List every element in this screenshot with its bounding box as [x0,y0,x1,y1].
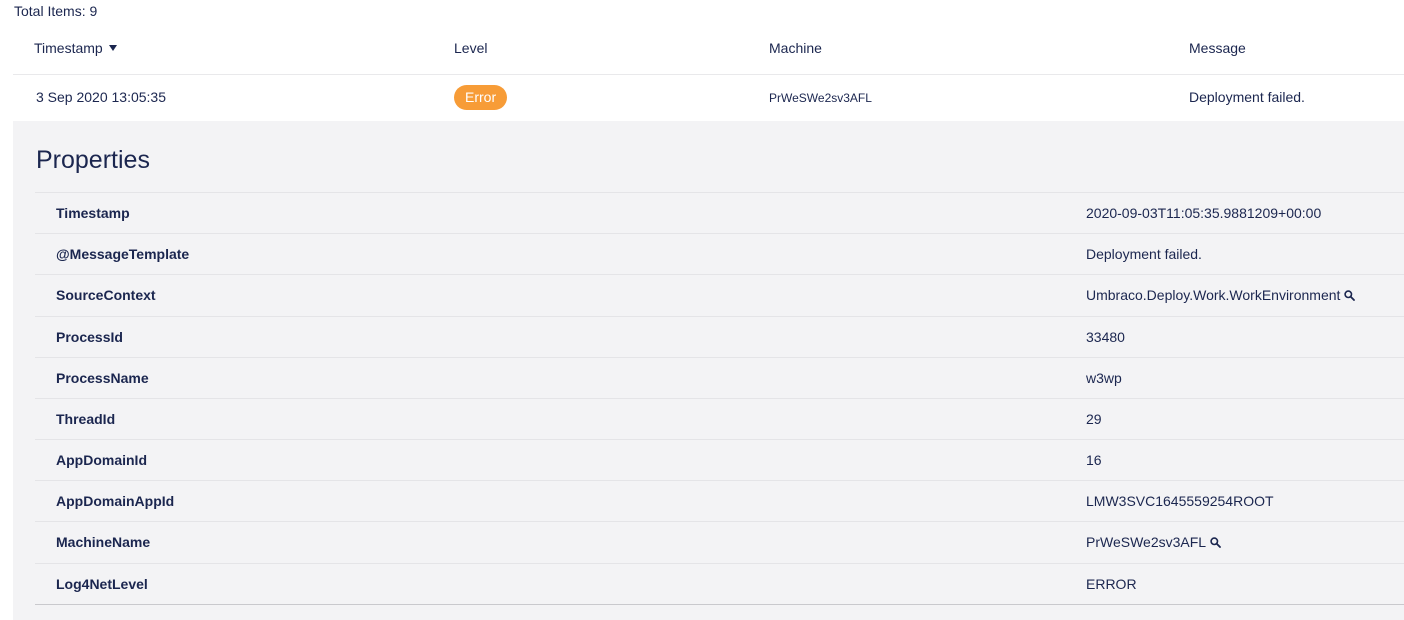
property-key: AppDomainAppId [56,493,175,509]
property-key: ProcessName [56,370,149,386]
property-key: ProcessId [56,329,123,345]
property-value-with-search: Umbraco.Deploy.Work.WorkEnvironment [1086,287,1356,304]
total-items-count: Total Items: 9 [14,3,98,19]
level-badge: Error [454,85,508,110]
column-header-level: Level [454,40,488,56]
property-row-app-domain-id: AppDomainId 16 [35,440,1404,481]
property-row-log4net-level: Log4NetLevel ERROR [35,564,1404,604]
property-value: Deployment failed. [1086,246,1202,262]
property-key: Timestamp [56,205,130,221]
column-header-message: Message [1189,40,1246,56]
property-row-machine-name: MachineName PrWeSWe2sv3AFL [35,522,1404,564]
property-row-message-template: @MessageTemplate Deployment failed. [35,234,1404,275]
property-value: PrWeSWe2sv3AFL [1086,534,1207,550]
property-value: ERROR [1086,576,1137,592]
properties-panel: Properties Timestamp 2020-09-03T11:05:35… [13,121,1404,620]
property-row-process-id: ProcessId 33480 [35,317,1404,358]
properties-title: Properties [36,146,150,174]
property-value: 33480 [1086,329,1125,345]
property-value-with-search: PrWeSWe2sv3AFL [1086,534,1221,551]
search-icon[interactable] [1210,535,1221,551]
column-header-timestamp-label: Timestamp [34,40,103,56]
property-key: AppDomainId [56,452,147,468]
property-value: 29 [1086,411,1102,427]
entry-timestamp: 3 Sep 2020 13:05:35 [36,89,167,105]
entry-machine: PrWeSWe2sv3AFL [769,91,872,105]
column-header-timestamp[interactable]: Timestamp [34,40,117,56]
property-row-app-domain-app-id: AppDomainAppId LMW3SVC1645559254ROOT [35,481,1404,522]
property-value: 2020-09-03T11:05:35.9881209+00:00 [1086,205,1322,221]
property-key: MachineName [56,534,151,550]
column-header-machine: Machine [769,40,822,56]
entry-message: Deployment failed. [1189,89,1305,105]
property-row-timestamp: Timestamp 2020-09-03T11:05:35.9881209+00… [35,193,1404,234]
property-row-process-name: ProcessName w3wp [35,358,1404,399]
table-row[interactable]: 3 Sep 2020 13:05:35 Error PrWeSWe2sv3AFL… [13,75,1404,121]
property-row-source-context: SourceContext Umbraco.Deploy.Work.WorkEn… [35,275,1404,317]
property-key: @MessageTemplate [56,246,190,262]
property-value: w3wp [1086,370,1122,386]
table-header: Timestamp Level Machine Message [13,27,1404,75]
property-value: Umbraco.Deploy.Work.WorkEnvironment [1086,287,1341,303]
property-value: 16 [1086,452,1102,468]
properties-table: Timestamp 2020-09-03T11:05:35.9881209+00… [35,192,1404,605]
property-key: SourceContext [56,287,156,303]
sort-descending-icon[interactable] [108,45,117,51]
property-row-thread-id: ThreadId 29 [35,399,1404,440]
property-value: LMW3SVC1645559254ROOT [1086,493,1274,509]
search-icon[interactable] [1344,288,1356,304]
property-key: Log4NetLevel [56,576,148,592]
property-key: ThreadId [56,411,116,427]
